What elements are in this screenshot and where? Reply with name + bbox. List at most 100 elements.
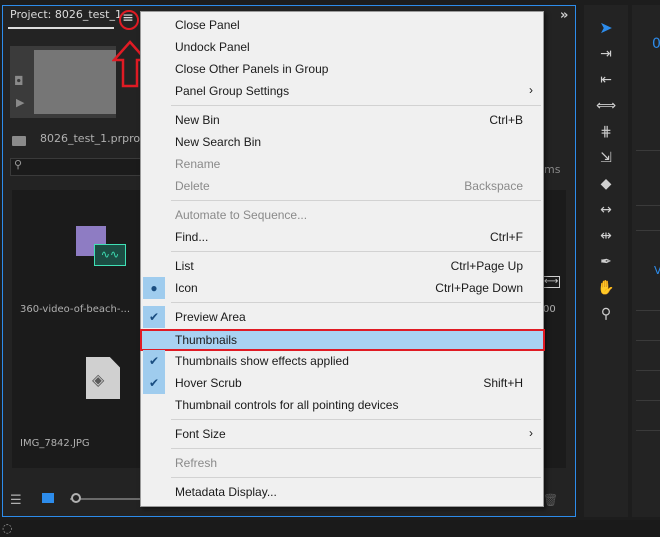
menu-item-thumbnails[interactable]: Thumbnails — [140, 329, 545, 351]
menu-item-label: Font Size — [175, 427, 226, 441]
menu-item-shortcut: Ctrl+B — [489, 113, 523, 127]
menu-item-label: Close Panel — [175, 18, 240, 32]
menu-item-close-other-panels[interactable]: Close Other Panels in Group — [141, 58, 543, 80]
menu-item-close-panel[interactable]: Close Panel — [141, 14, 543, 36]
menu-item-find[interactable]: Find... Ctrl+F — [141, 226, 543, 248]
creative-cloud-icon[interactable]: ◌ — [2, 521, 12, 535]
menu-item-label: List — [175, 259, 194, 273]
slip-icon[interactable]: ↔ — [595, 202, 617, 218]
menu-item-shortcut: Ctrl+Page Up — [450, 259, 523, 273]
annotation-circle — [119, 10, 139, 30]
rolling-edit-icon[interactable]: ⋕ — [595, 124, 617, 140]
menu-item-label: Rename — [175, 157, 221, 171]
menu-item-icon[interactable]: ● Icon Ctrl+Page Down — [141, 277, 543, 299]
radio-bullet-icon: ● — [143, 277, 165, 299]
menu-item-preview-area[interactable]: ✔ Preview Area — [141, 306, 543, 328]
clip-duration: 00 — [543, 304, 556, 315]
bin-icon[interactable] — [12, 136, 26, 146]
play-icon[interactable]: ▶ — [16, 96, 24, 109]
menu-separator — [171, 419, 541, 420]
submenu-arrow-icon: › — [529, 83, 533, 97]
menu-item-thumbnails-show-effects[interactable]: ✔ Thumbnails show effects applied — [141, 350, 543, 372]
audio-waveform-icon: ∿∿ — [94, 244, 126, 266]
right-panel-text: 0 — [652, 36, 660, 52]
menu-item-label: Preview Area — [175, 310, 246, 324]
menu-item-panel-group-settings[interactable]: Panel Group Settings › — [141, 80, 543, 102]
checkmark-icon: ✔ — [143, 372, 165, 394]
menu-item-label: Refresh — [175, 456, 218, 470]
menu-item-label: Icon — [175, 281, 198, 295]
menu-item-label: Hover Scrub — [175, 376, 242, 390]
submenu-arrow-icon: › — [529, 426, 533, 440]
menu-item-new-bin[interactable]: New Bin Ctrl+B — [141, 109, 543, 131]
menu-item-shortcut: Backspace — [464, 179, 523, 193]
menu-item-label: Close Other Panels in Group — [175, 62, 329, 76]
zoom-slider-handle[interactable] — [71, 493, 81, 503]
slide-icon[interactable]: ⇹ — [595, 228, 617, 244]
menu-item-hover-scrub[interactable]: ✔ Hover Scrub Shift+H — [141, 372, 543, 394]
items-count: ms — [544, 163, 561, 176]
clip-label[interactable]: 360-video-of-beach-... — [20, 304, 130, 315]
menu-separator — [171, 251, 541, 252]
pen-icon[interactable]: ✒ — [595, 254, 617, 270]
menu-item-thumbnail-controls[interactable]: Thumbnail controls for all pointing devi… — [141, 394, 543, 416]
menu-item-refresh: Refresh — [141, 452, 543, 474]
divider — [636, 150, 660, 151]
menu-item-label: Thumbnails — [175, 333, 238, 347]
trash-icon[interactable]: 🗑 — [543, 493, 558, 507]
rate-stretch-icon[interactable]: ⇲ — [595, 150, 617, 166]
menu-item-shortcut: Ctrl+Page Down — [435, 281, 523, 295]
divider — [636, 430, 660, 431]
menu-item-delete: Delete Backspace — [141, 175, 543, 197]
menu-item-list[interactable]: List Ctrl+Page Up — [141, 255, 543, 277]
ripple-edit-icon[interactable]: ⟺ — [595, 98, 617, 114]
active-tab-underline — [8, 27, 114, 29]
clip-label[interactable]: IMG_7842.JPG — [20, 438, 90, 449]
menu-separator — [171, 477, 541, 478]
selection-tool-icon[interactable]: ➤ — [595, 18, 617, 37]
camera-icon[interactable]: ◘ — [14, 74, 24, 88]
preview-thumbnail — [34, 50, 116, 114]
menu-item-shortcut: Shift+H — [483, 376, 523, 390]
checkmark-icon: ✔ — [143, 306, 165, 328]
track-select-forward-icon[interactable]: ⇥ — [595, 46, 617, 62]
search-input[interactable] — [10, 158, 142, 176]
double-chevron-right-icon[interactable]: » — [560, 8, 568, 23]
menu-separator — [171, 302, 541, 303]
divider — [636, 400, 660, 401]
menu-item-label: Automate to Sequence... — [175, 208, 308, 222]
list-view-icon[interactable]: ☰ — [10, 493, 22, 508]
divider — [636, 340, 660, 341]
menu-item-rename: Rename — [141, 153, 543, 175]
menu-item-new-search-bin[interactable]: New Search Bin — [141, 131, 543, 153]
menu-item-label: Thumbnail controls for all pointing devi… — [175, 398, 399, 412]
track-select-backward-icon[interactable]: ⇤ — [595, 72, 617, 88]
divider — [636, 370, 660, 371]
razor-icon[interactable]: ◆ — [595, 176, 617, 192]
panel-context-menu: Close Panel Undock Panel Close Other Pan… — [140, 11, 545, 507]
hand-icon[interactable]: ✋ — [595, 280, 617, 296]
right-panel — [632, 5, 660, 517]
menu-item-label: New Search Bin — [175, 135, 262, 149]
menu-item-label: Metadata Display... — [175, 485, 277, 499]
menu-item-label: Panel Group Settings — [175, 84, 290, 98]
panel-title[interactable]: Project: 8026_test_1 — [10, 8, 122, 21]
search-icon: ⚲ — [14, 158, 23, 171]
status-bar — [0, 520, 660, 537]
checkmark-icon: ✔ — [143, 350, 165, 372]
menu-item-metadata-display[interactable]: Metadata Display... — [141, 481, 543, 503]
menu-item-shortcut: Ctrl+F — [490, 230, 523, 244]
menu-item-label: Undock Panel — [175, 40, 250, 54]
right-panel-text: V — [654, 264, 660, 277]
menu-item-undock-panel[interactable]: Undock Panel — [141, 36, 543, 58]
menu-separator — [171, 105, 541, 106]
divider — [636, 230, 660, 231]
zoom-icon[interactable]: ⚲ — [595, 306, 617, 322]
menu-item-label: New Bin — [175, 113, 220, 127]
menu-separator — [171, 448, 541, 449]
menu-item-label: Find... — [175, 230, 209, 244]
menu-item-font-size[interactable]: Font Size › — [141, 423, 543, 445]
menu-item-label: Thumbnails show effects applied — [175, 354, 349, 368]
icon-view-icon[interactable] — [42, 493, 54, 503]
project-file-label: 8026_test_1.prproj — [40, 132, 144, 145]
